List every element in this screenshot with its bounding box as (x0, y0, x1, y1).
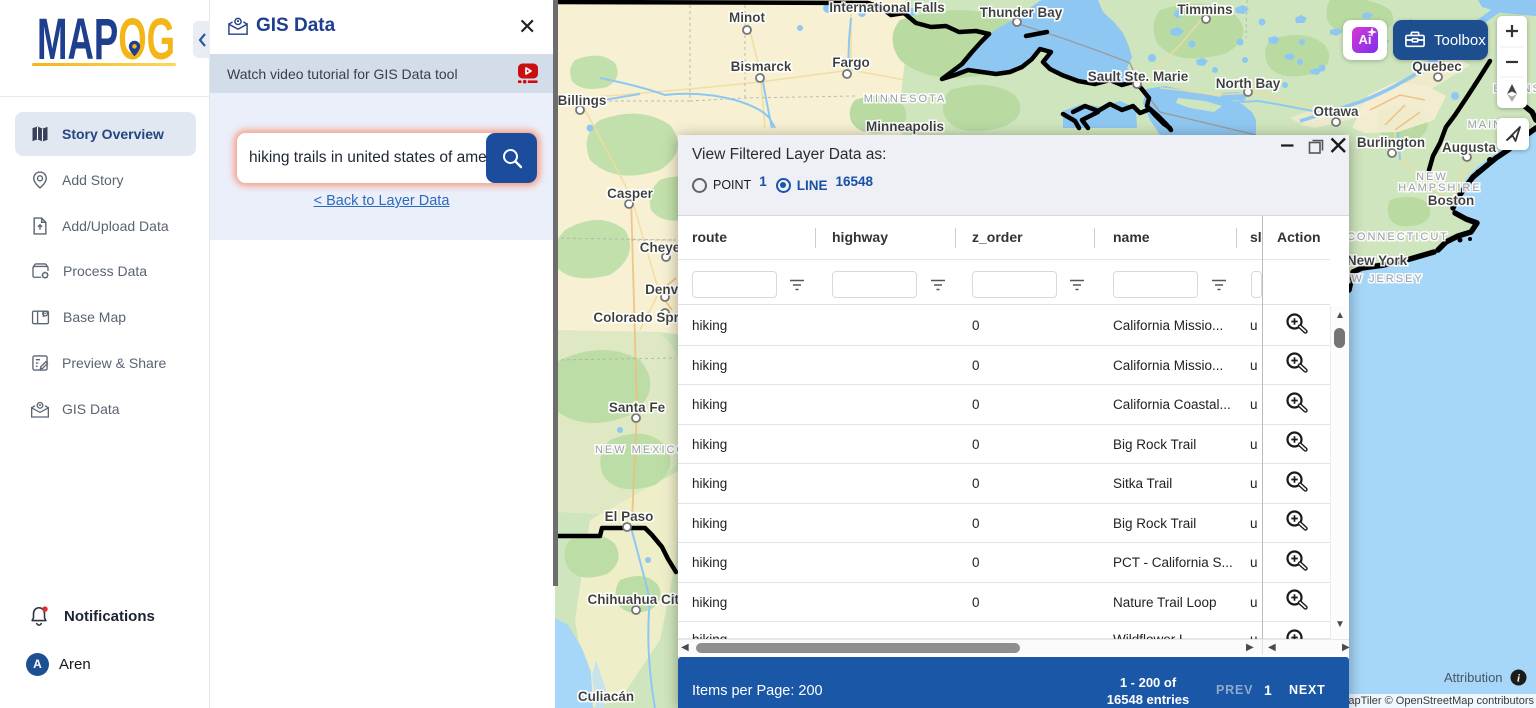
svg-text:Thunder Bay: Thunder Bay (980, 5, 1063, 20)
svg-text:Timmins: Timmins (1177, 2, 1232, 17)
svg-text:El Paso: El Paso (605, 509, 654, 524)
svg-text:Casper: Casper (607, 186, 654, 201)
svg-text:NEW MEXICO: NEW MEXICO (595, 444, 687, 456)
svg-text:Santa Fe: Santa Fe (609, 400, 666, 415)
svg-text:North Bay: North Bay (1216, 76, 1281, 91)
svg-text:Chihuahua City: Chihuahua City (587, 592, 686, 607)
svg-text:Sault Ste. Marie: Sault Ste. Marie (1088, 69, 1189, 84)
svg-text:HAMPSHIRE: HAMPSHIRE (1398, 182, 1481, 194)
svg-text:Ottawa: Ottawa (1313, 104, 1359, 119)
svg-text:International Falls: International Falls (829, 0, 945, 15)
svg-text:CONNECTICUT: CONNECTICUT (1347, 231, 1449, 243)
svg-text:Minot: Minot (729, 10, 765, 25)
svg-text:Bismarck: Bismarck (731, 59, 792, 74)
svg-text:Quebec: Quebec (1412, 59, 1462, 74)
svg-text:Minneapolis: Minneapolis (866, 119, 944, 134)
svg-text:Billings: Billings (558, 93, 607, 108)
svg-text:Fargo: Fargo (832, 55, 870, 70)
svg-text:MINNESOTA: MINNESOTA (864, 93, 947, 105)
svg-text:Augusta: Augusta (1442, 140, 1496, 155)
svg-text:Culiacán: Culiacán (578, 689, 634, 704)
svg-text:Boston: Boston (1428, 193, 1475, 208)
svg-text:Burlington: Burlington (1357, 135, 1425, 150)
svg-text:New York: New York (1347, 253, 1408, 268)
